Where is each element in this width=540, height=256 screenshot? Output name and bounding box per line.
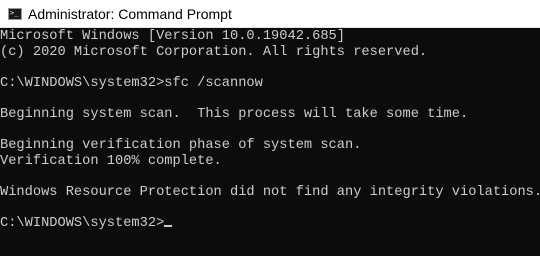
window-title: Administrator: Command Prompt bbox=[28, 5, 232, 22]
command-prompt-window: >_ Administrator: Command Prompt Microso… bbox=[0, 0, 540, 256]
command-prompt-icon: >_ bbox=[8, 7, 22, 20]
title-bar[interactable]: >_ Administrator: Command Prompt bbox=[0, 0, 540, 28]
console-line: Beginning verification phase of system s… bbox=[0, 138, 362, 154]
console-output[interactable]: Microsoft Windows [Version 10.0.19042.68… bbox=[0, 28, 540, 256]
console-line: Microsoft Windows [Version 10.0.19042.68… bbox=[0, 29, 345, 44]
console-line: Windows Resource Protection did not find… bbox=[0, 184, 540, 200]
text-cursor bbox=[164, 225, 173, 228]
command-prompt-line[interactable]: C:\WINDOWS\system32> bbox=[0, 216, 540, 232]
console-line: C:\WINDOWS\system32>sfc /scannow bbox=[0, 75, 263, 91]
console-line: Verification 100% complete. bbox=[0, 153, 222, 169]
console-line: (c) 2020 Microsoft Corporation. All righ… bbox=[0, 44, 428, 60]
console-line: Beginning system scan. This process will… bbox=[0, 106, 469, 122]
prompt-text: C:\WINDOWS\system32> bbox=[0, 216, 165, 232]
